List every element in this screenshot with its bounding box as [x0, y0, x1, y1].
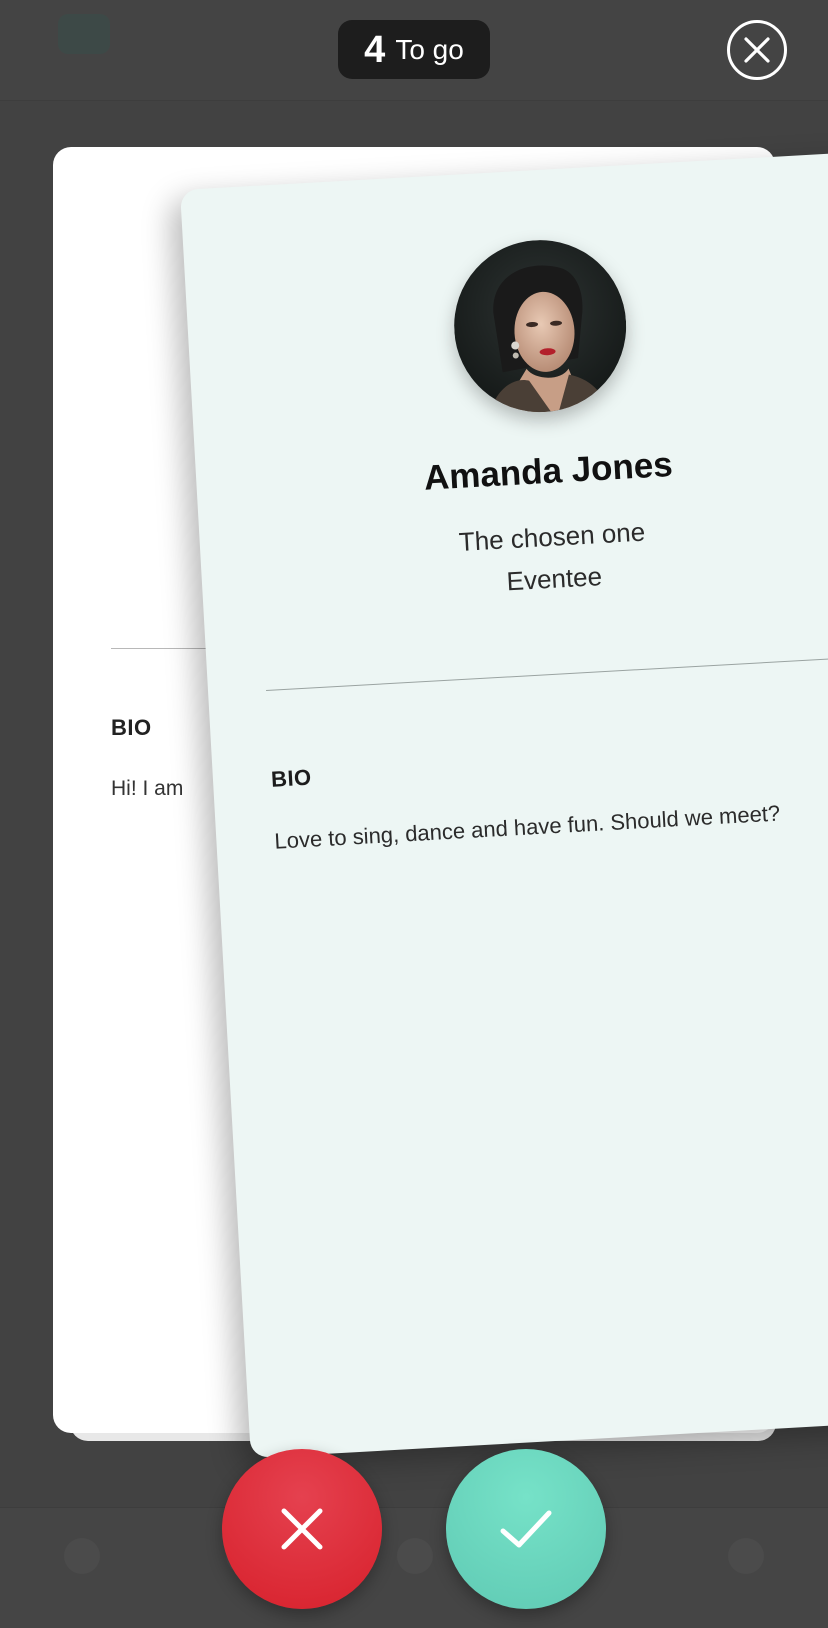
bio-label: BIO [111, 715, 152, 740]
profile-name: Amanda Jones [422, 444, 674, 498]
close-icon [744, 37, 770, 63]
avatar-photo [449, 235, 631, 417]
bio-text: Love to sing, dance and have fun. Should… [273, 800, 781, 854]
profile-card[interactable]: Amanda Jones The chosen one Eventee BIO … [180, 150, 828, 1459]
background-tab-bar [0, 1507, 828, 1628]
remaining-counter: 4 To go [338, 20, 490, 79]
remaining-label: To go [395, 33, 464, 65]
app-logo [58, 14, 110, 54]
close-button[interactable] [727, 20, 787, 80]
card-divider [266, 654, 828, 691]
remaining-count: 4 [364, 28, 386, 71]
tab-more-icon [728, 1538, 764, 1574]
bio-label: BIO [270, 764, 313, 792]
reject-button[interactable] [222, 1449, 382, 1609]
tab-agenda-icon [64, 1538, 100, 1574]
bio-text: Hi! I am [111, 777, 184, 800]
close-icon [281, 1508, 323, 1550]
check-icon [500, 1510, 552, 1548]
tab-feed-icon [397, 1538, 433, 1574]
avatar [449, 235, 631, 417]
accept-button[interactable] [446, 1449, 606, 1609]
